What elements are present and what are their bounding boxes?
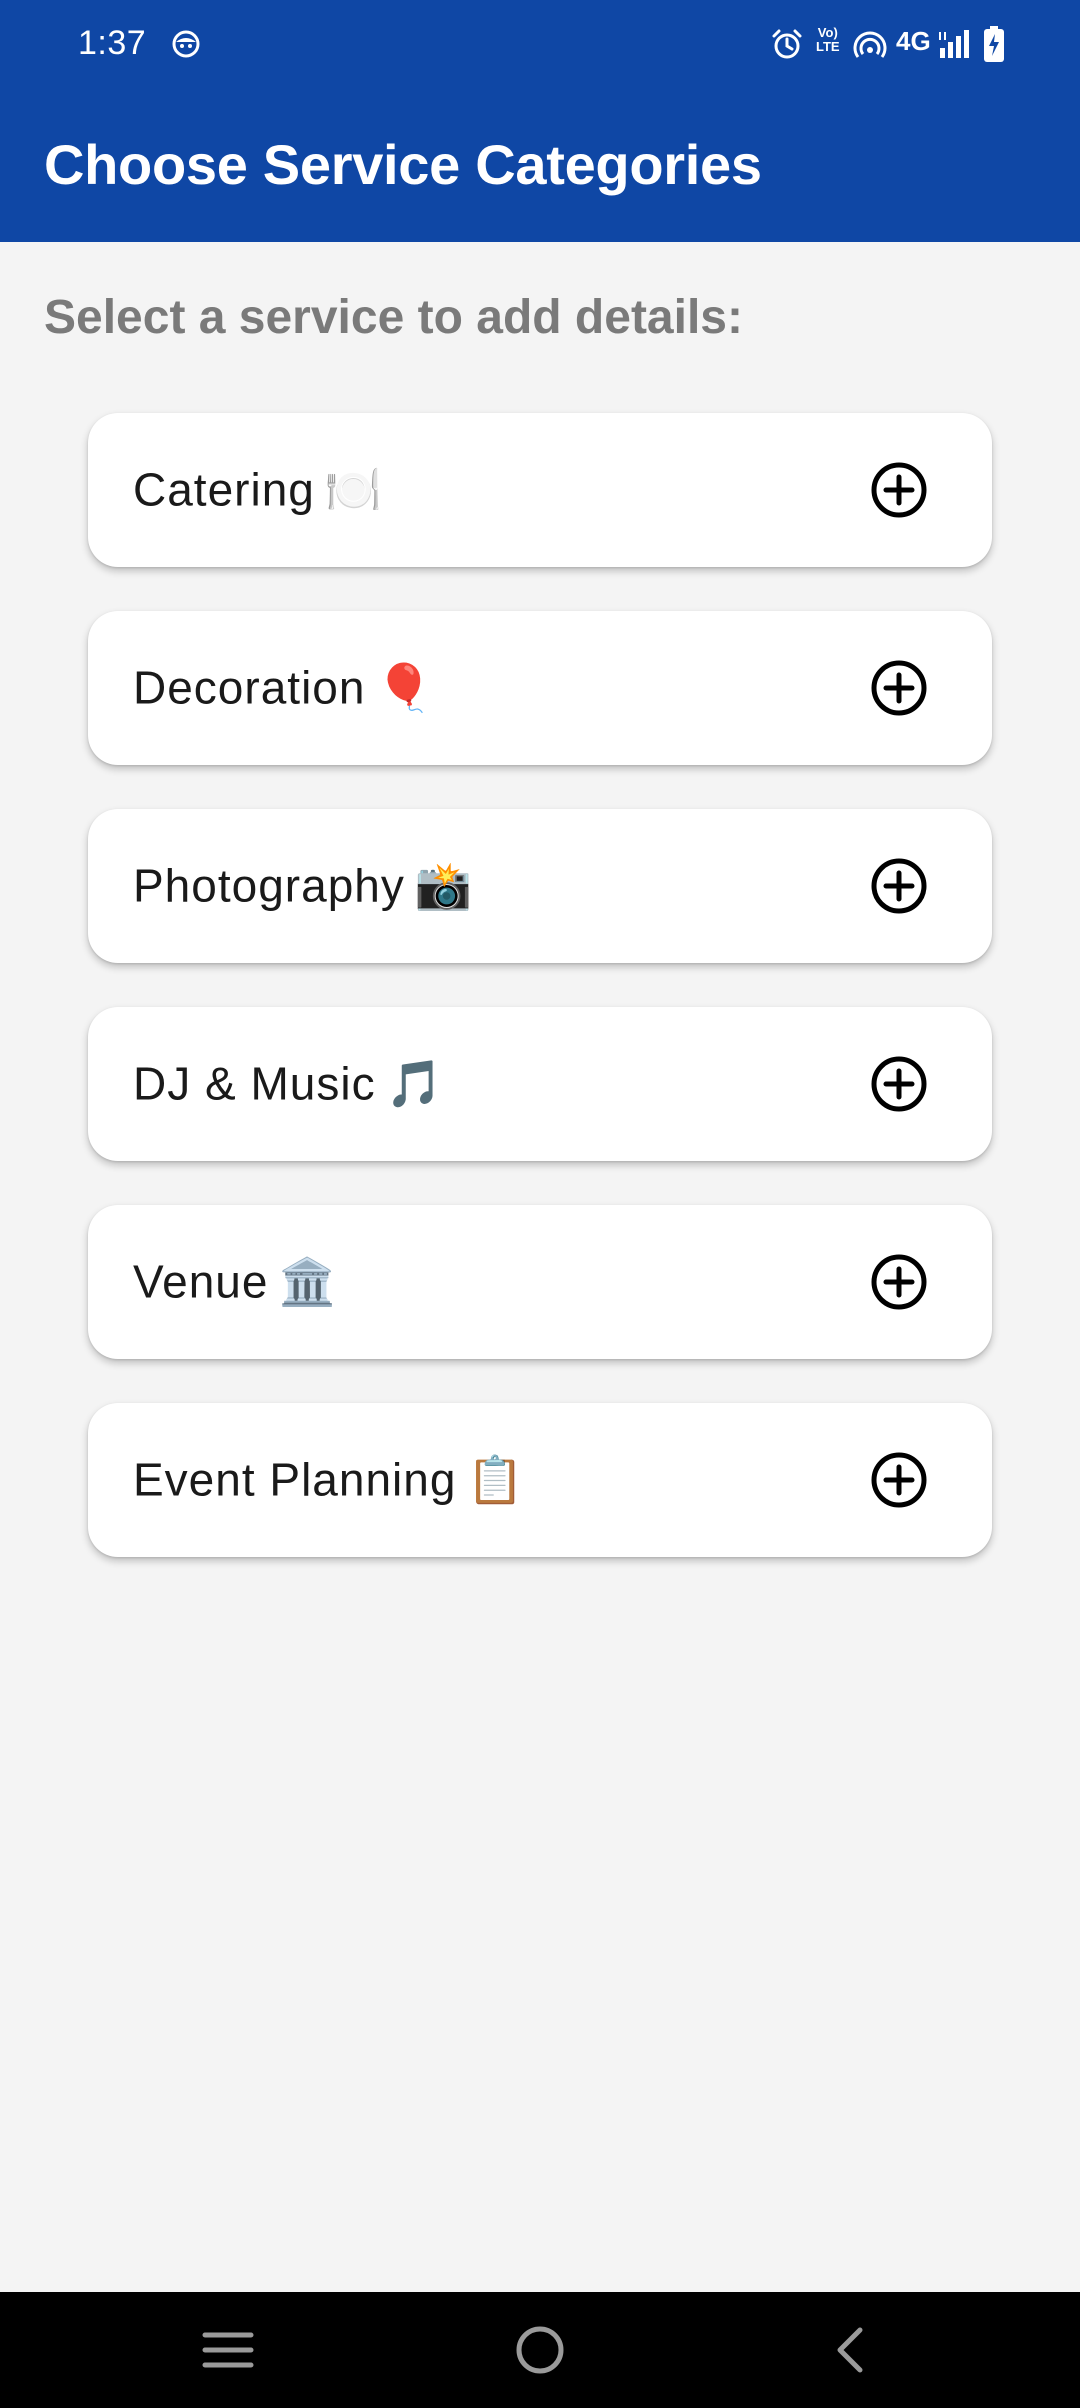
face-notification-icon (170, 28, 202, 60)
category-label: Photography 📸 (133, 859, 473, 914)
category-name: Event Planning (133, 1453, 457, 1506)
battery-charging-icon (984, 26, 1004, 62)
category-label: Decoration 🎈 (133, 661, 434, 716)
back-icon (837, 2327, 863, 2373)
add-dj-music-button[interactable] (870, 1055, 928, 1113)
category-name: DJ & Music (133, 1057, 376, 1110)
category-name: Decoration (133, 661, 366, 714)
home-button[interactable] (480, 2292, 600, 2408)
lte-text: LTE (816, 39, 840, 54)
category-label: DJ & Music 🎵 (133, 1057, 444, 1112)
add-event-planning-button[interactable] (870, 1451, 928, 1509)
add-circle-icon (871, 1254, 927, 1310)
category-label: Event Planning 📋 (133, 1453, 525, 1508)
category-name: Venue (133, 1255, 269, 1308)
add-decoration-button[interactable] (870, 659, 928, 717)
category-card-decoration[interactable]: Decoration 🎈 (88, 611, 992, 765)
add-venue-button[interactable] (870, 1253, 928, 1311)
home-icon (516, 2326, 564, 2374)
recent-apps-button[interactable] (168, 2292, 288, 2408)
recent-apps-icon (202, 2332, 254, 2368)
add-circle-icon (871, 1452, 927, 1508)
catering-emoji-icon: 🍽️ (324, 463, 384, 516)
screen: 1:37 Vo) LTE 4G Choose Service Categorie… (0, 0, 1080, 2408)
category-card-venue[interactable]: Venue 🏛️ (88, 1205, 992, 1359)
alarm-icon (770, 28, 804, 62)
page-title: Choose Service Categories (44, 133, 762, 196)
category-card-event-planning[interactable]: Event Planning 📋 (88, 1403, 992, 1557)
category-list: Catering 🍽️ Decoration 🎈 Photography 📸 D… (88, 413, 992, 1601)
status-bar: 1:37 Vo) LTE 4G (0, 0, 1080, 88)
music-note-emoji-icon: 🎵 (385, 1057, 444, 1110)
category-label: Catering 🍽️ (133, 463, 383, 518)
volte-icon: Vo) LTE (816, 26, 840, 54)
category-card-catering[interactable]: Catering 🍽️ (88, 413, 992, 567)
status-time: 1:37 (78, 24, 147, 62)
add-catering-button[interactable] (870, 461, 928, 519)
add-circle-icon (871, 660, 927, 716)
system-navigation-bar (0, 2292, 1080, 2408)
network-type: 4G (896, 26, 931, 56)
add-circle-icon (871, 858, 927, 914)
category-name: Photography (133, 859, 405, 912)
balloon-emoji-icon: 🎈 (375, 661, 434, 714)
category-label: Venue 🏛️ (133, 1255, 337, 1310)
back-button[interactable] (790, 2292, 910, 2408)
volte-text: Vo) (817, 25, 838, 40)
category-name: Catering (133, 463, 315, 516)
clipboard-emoji-icon: 📋 (466, 1453, 525, 1506)
app-header: 1:37 Vo) LTE 4G Choose Service Categorie… (0, 0, 1080, 242)
category-card-dj-music[interactable]: DJ & Music 🎵 (88, 1007, 992, 1161)
building-emoji-icon: 🏛️ (278, 1255, 337, 1308)
add-photography-button[interactable] (870, 857, 928, 915)
category-card-photography[interactable]: Photography 📸 (88, 809, 992, 963)
camera-flash-emoji-icon: 📸 (414, 859, 474, 912)
section-subtitle: Select a service to add details: (44, 291, 743, 344)
signal-icon (938, 28, 972, 60)
add-circle-icon (871, 1056, 927, 1112)
add-circle-icon (871, 462, 927, 518)
hotspot-icon (853, 30, 887, 60)
